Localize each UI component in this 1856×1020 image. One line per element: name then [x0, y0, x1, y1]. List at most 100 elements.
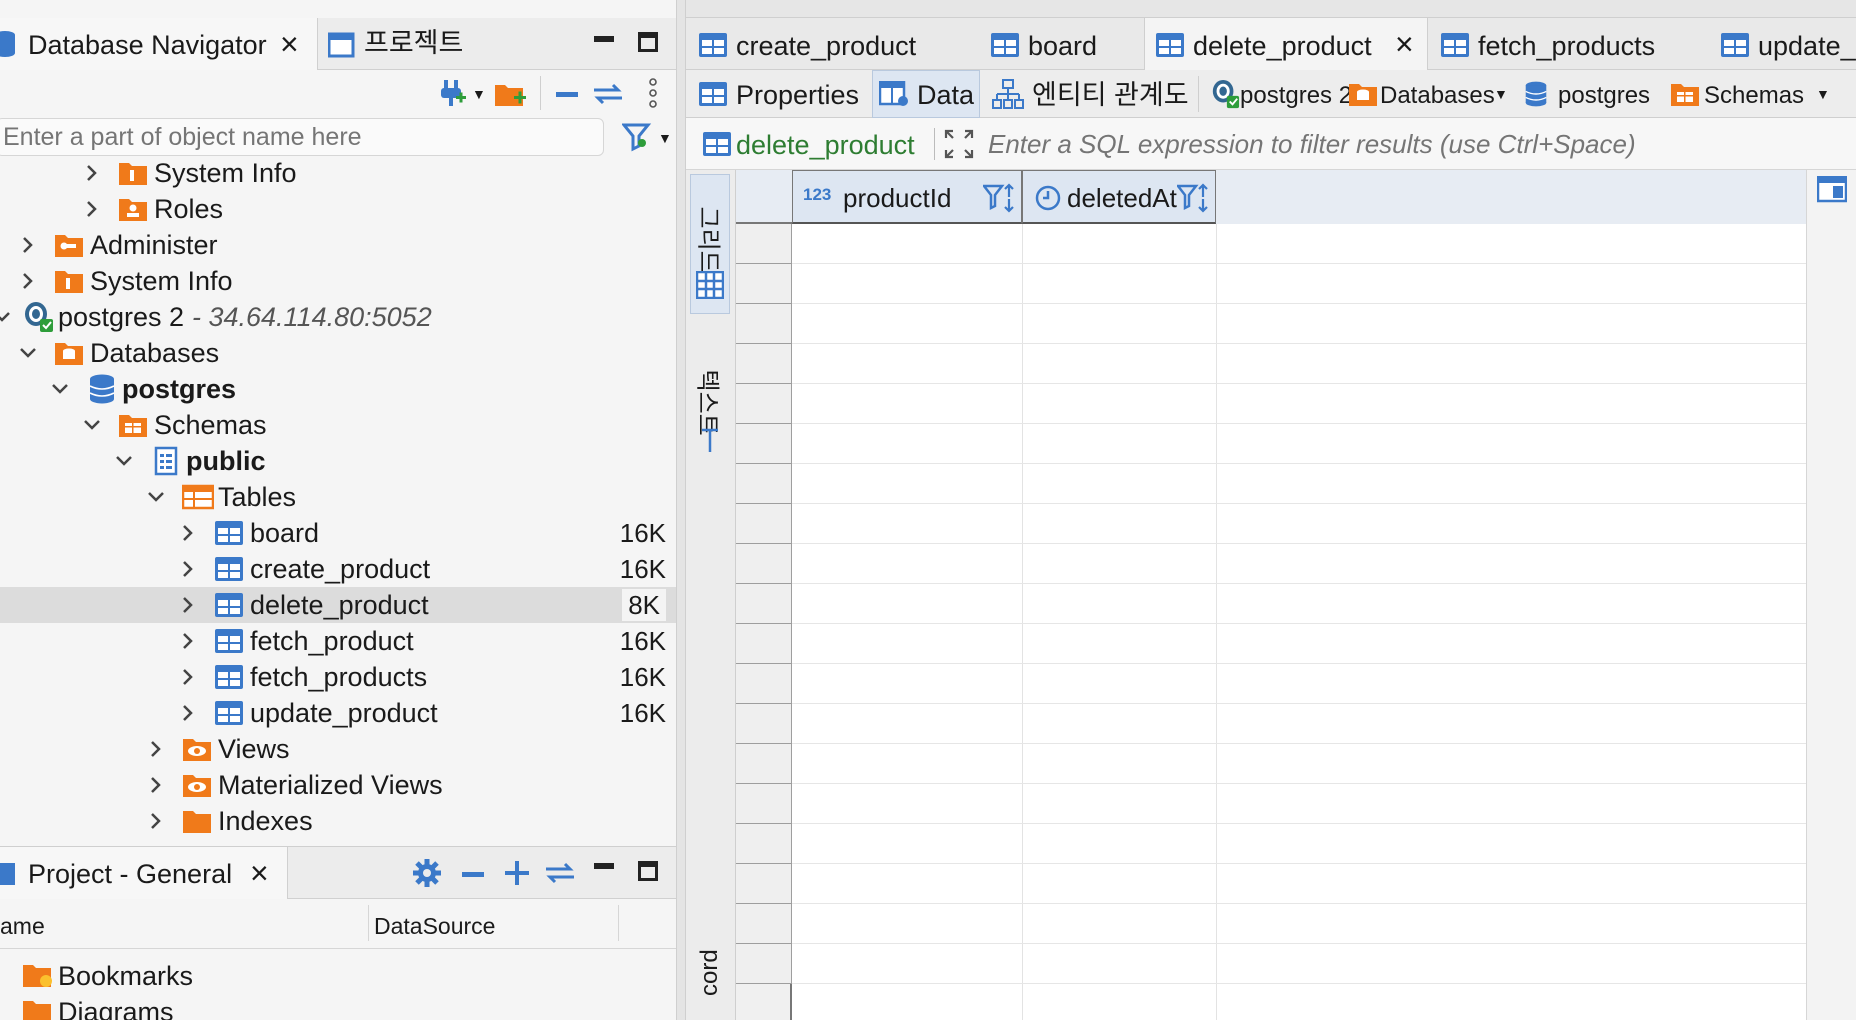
subtab-er-diagram[interactable]: 엔티티 관계도 — [986, 70, 1196, 118]
chevron-down-icon[interactable] — [18, 343, 38, 363]
column-header-name[interactable]: ame — [0, 913, 45, 940]
maximize-icon[interactable] — [638, 32, 658, 52]
navigator-search-input[interactable] — [0, 118, 604, 156]
tree-node-fetch-products[interactable]: fetch_products 16K — [0, 659, 676, 695]
row-number-cell[interactable] — [736, 864, 792, 904]
tree-node-create-product[interactable]: create_product 16K — [0, 551, 676, 587]
row-number-cell[interactable] — [736, 584, 792, 624]
row-number-cell[interactable] — [736, 344, 792, 384]
chevron-right-icon[interactable] — [146, 739, 166, 759]
row-number-cell[interactable] — [736, 824, 792, 864]
filter-table-name[interactable]: delete_product — [736, 130, 915, 160]
row-number-cell[interactable] — [736, 264, 792, 304]
editor-tab-create-product[interactable]: create_product — [686, 18, 978, 70]
panel-divider[interactable] — [676, 0, 686, 1020]
navigator-tab[interactable]: Database Navigator × — [0, 18, 318, 70]
tree-node-system-info[interactable]: System Info — [0, 263, 676, 299]
row-number-cell[interactable] — [736, 904, 792, 944]
grid-corner[interactable] — [736, 170, 792, 224]
tree-node-schemas[interactable]: Schemas — [0, 407, 676, 443]
filter-expression-input[interactable] — [982, 124, 1852, 164]
row-number-cell[interactable] — [736, 704, 792, 744]
tree-node-board[interactable]: board 16K — [0, 515, 676, 551]
new-connection-icon[interactable] — [438, 78, 468, 108]
chevron-right-icon[interactable] — [178, 523, 198, 543]
column-header-deletedat[interactable]: deletedAt — [1022, 170, 1216, 224]
tree-node-databases[interactable]: Databases — [0, 335, 676, 371]
chevron-right-icon[interactable] — [82, 199, 102, 219]
tree-node-update-product[interactable]: update_product 16K — [0, 695, 676, 731]
tree-node-materialized-views[interactable]: Materialized Views — [0, 767, 676, 803]
add-icon[interactable] — [504, 860, 530, 886]
chevron-down-icon[interactable] — [146, 487, 166, 507]
row-number-cell[interactable] — [736, 784, 792, 824]
row-number-cell[interactable] — [736, 504, 792, 544]
row-number-cell[interactable] — [736, 304, 792, 344]
link-with-editor-icon[interactable] — [592, 82, 624, 106]
row-number-cell[interactable] — [736, 624, 792, 664]
tree-node-system-info[interactable]: System Info — [0, 155, 676, 191]
tree-node-indexes[interactable]: Indexes — [0, 803, 676, 839]
link-icon[interactable] — [544, 861, 576, 885]
row-number-cell[interactable] — [736, 544, 792, 584]
row-number-cell[interactable] — [736, 424, 792, 464]
tree-node-postgres-database[interactable]: postgres — [0, 371, 676, 407]
filter-dropdown-icon[interactable]: ▼ — [658, 130, 672, 146]
project-general-tab[interactable]: Project - General × — [0, 847, 288, 899]
breadcrumb-connection[interactable]: postgres 2 — [1202, 70, 1352, 118]
tree-node-views[interactable]: Views — [0, 731, 676, 767]
new-folder-icon[interactable] — [494, 80, 528, 108]
chevron-down-icon[interactable] — [50, 379, 70, 399]
row-number-cell[interactable] — [736, 744, 792, 784]
chevron-right-icon[interactable] — [178, 667, 198, 687]
editor-tab-close-icon[interactable]: × — [1395, 28, 1414, 60]
tree-node-roles[interactable]: Roles — [0, 191, 676, 227]
row-number-cell[interactable] — [736, 464, 792, 504]
editor-tab-update-product[interactable]: update_ — [1708, 18, 1856, 70]
side-tab-grid[interactable]: 그리드 — [690, 174, 730, 314]
chevron-right-icon[interactable] — [18, 271, 38, 291]
row-number-cell[interactable] — [736, 384, 792, 424]
tree-node-postgres-2[interactable]: postgres 2 - 34.64.114.80:5052 — [0, 299, 676, 335]
subtab-data[interactable]: Data — [872, 70, 980, 118]
new-connection-dropdown-icon[interactable]: ▼ — [472, 86, 486, 102]
editor-tab-delete-product[interactable]: delete_product × — [1144, 18, 1428, 71]
chevron-right-icon[interactable] — [82, 163, 102, 183]
breadcrumb-schemas[interactable]: Schemas ▼ — [1668, 70, 1856, 118]
chevron-right-icon[interactable] — [146, 775, 166, 795]
column-filter-sort-icon[interactable] — [983, 183, 1015, 213]
collapse-all-icon[interactable] — [556, 92, 578, 97]
chevron-right-icon[interactable] — [178, 631, 198, 651]
chevron-right-icon[interactable] — [18, 235, 38, 255]
project-item-bookmarks[interactable]: Bookmarks — [0, 959, 676, 995]
settings-gear-icon[interactable] — [412, 858, 442, 888]
collapse-icon[interactable] — [462, 872, 484, 877]
chevron-right-icon[interactable] — [178, 595, 198, 615]
minimize-icon[interactable] — [594, 36, 614, 42]
expand-icon[interactable] — [944, 129, 974, 159]
tree-node-tables[interactable]: Tables — [0, 479, 676, 515]
tree-node-public[interactable]: public — [0, 443, 676, 479]
editor-tab-board[interactable]: board — [978, 18, 1144, 70]
project-item-diagrams[interactable]: Diagrams — [0, 995, 676, 1020]
tree-node-administer[interactable]: Administer — [0, 227, 676, 263]
more-options-icon[interactable] — [648, 78, 658, 108]
chevron-right-icon[interactable] — [178, 703, 198, 723]
navigator-tab-close-icon[interactable]: × — [280, 28, 299, 60]
chevron-down-icon[interactable] — [82, 415, 102, 435]
project-tab-close-icon[interactable]: × — [250, 857, 269, 889]
chevron-right-icon[interactable] — [178, 559, 198, 579]
panels-toggle-icon[interactable] — [1817, 176, 1847, 204]
row-number-cell[interactable] — [736, 944, 792, 984]
chevron-down-icon[interactable] — [114, 451, 134, 471]
maximize-icon[interactable] — [638, 861, 658, 881]
tree-node-delete-product[interactable]: delete_product 8K — [0, 587, 676, 623]
minimize-icon[interactable] — [594, 863, 614, 869]
column-header-productid[interactable]: 123 productId — [792, 170, 1022, 224]
chevron-right-icon[interactable] — [146, 811, 166, 831]
project-tab[interactable]: 프로젝트 — [322, 18, 522, 70]
side-tab-text[interactable]: 텍스트 — [690, 318, 730, 458]
row-number-cell[interactable] — [736, 664, 792, 704]
filter-icon[interactable] — [622, 122, 652, 152]
side-tab-record[interactable]: cord — [690, 926, 730, 1020]
